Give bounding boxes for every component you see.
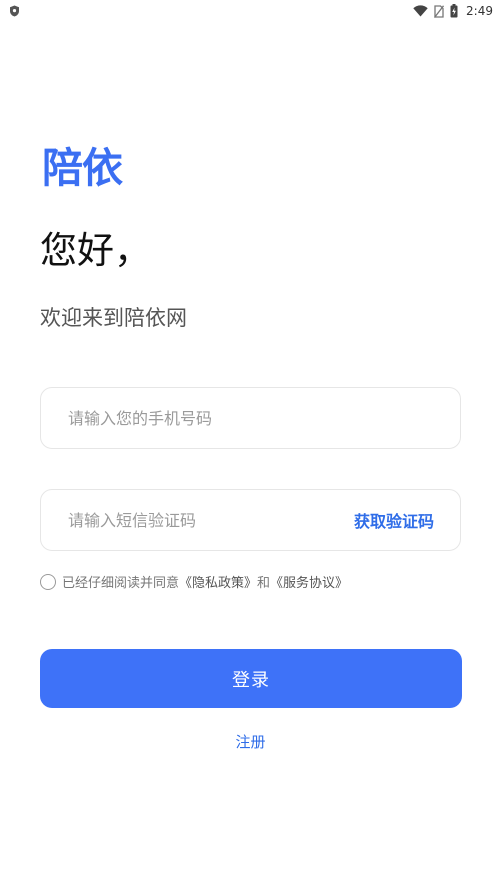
status-bar: 2:49	[0, 0, 501, 22]
agreement-conjunction: 和	[257, 576, 271, 591]
greeting-title: 您好，	[40, 229, 151, 272]
login-button[interactable]: 登录	[40, 649, 462, 708]
service-agreement-link[interactable]: 《服务协议》	[270, 572, 348, 591]
app-logo: 陪依	[42, 144, 123, 192]
login-screen: 2:49 陪依 您好， 欢迎来到陪依网 获取验证码 已经仔细阅读并同意 《隐私政…	[0, 0, 501, 892]
sms-code-input[interactable]	[68, 510, 308, 530]
get-code-button[interactable]: 获取验证码	[354, 508, 434, 532]
wifi-icon	[413, 5, 428, 17]
phone-input[interactable]	[68, 408, 308, 428]
status-time: 2:49	[466, 4, 493, 18]
battery-charging-icon	[450, 4, 458, 18]
status-bar-left	[9, 5, 20, 17]
agreement-text: 已经仔细阅读并同意	[62, 576, 180, 591]
status-bar-right: 2:49	[413, 4, 493, 18]
privacy-policy-link[interactable]: 《隐私政策》	[179, 572, 257, 591]
code-field-container: 获取验证码	[40, 489, 461, 551]
register-link[interactable]: 注册	[0, 731, 501, 752]
no-sim-icon	[434, 4, 445, 18]
agreement-checkbox[interactable]	[40, 573, 56, 590]
welcome-subtitle: 欢迎来到陪依网	[40, 306, 187, 330]
shield-icon	[9, 5, 20, 17]
phone-field-container	[40, 387, 461, 449]
agreement-row: 已经仔细阅读并同意 《隐私政策》 和 《服务协议》	[40, 572, 348, 591]
